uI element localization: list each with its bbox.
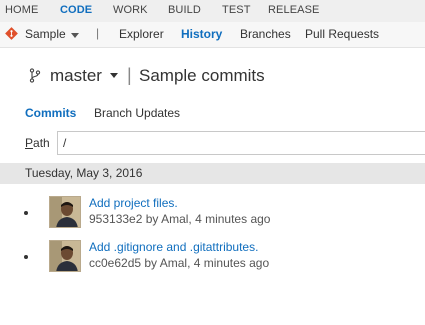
tab-test[interactable]: TEST	[222, 4, 251, 16]
commit-row[interactable]: Add .gitignore and .gitattributes. cc0e6…	[0, 238, 425, 278]
chevron-down-icon[interactable]	[110, 73, 118, 78]
path-label-accesskey: P	[25, 136, 34, 150]
nav-item-pull-requests[interactable]: Pull Requests	[305, 27, 379, 41]
repository-selector[interactable]: Sample	[25, 27, 66, 41]
commit-meta: cc0e62d5 by Amal, 4 minutes ago	[89, 256, 270, 270]
tab-release[interactable]: RELEASE	[268, 4, 319, 16]
avatar	[49, 240, 81, 272]
branch-selector[interactable]: master	[50, 66, 102, 86]
tab-work[interactable]: WORK	[113, 4, 148, 16]
commit-title-link[interactable]: Add project files.	[89, 196, 178, 210]
path-input[interactable]	[57, 131, 425, 155]
date-group-header: Tuesday, May 3, 2016	[0, 163, 425, 184]
code-sub-navigation: Sample | Explorer History Branches Pull …	[0, 22, 425, 48]
nav-item-explorer[interactable]: Explorer	[119, 27, 164, 41]
nav-item-history[interactable]: History	[181, 27, 222, 41]
pivot-branch-updates[interactable]: Branch Updates	[94, 106, 180, 120]
commit-row[interactable]: Add project files. 953133e2 by Amal, 4 m…	[0, 194, 425, 234]
tab-home[interactable]: HOME	[5, 4, 38, 16]
chevron-down-icon[interactable]	[71, 33, 79, 38]
path-label-rest: ath	[33, 136, 50, 150]
pivot-commits[interactable]: Commits	[25, 106, 76, 120]
page-title: Sample commits	[139, 66, 265, 85]
path-label: Path	[25, 136, 50, 150]
branch-icon	[29, 68, 41, 83]
top-navigation-bar: HOME CODE WORK BUILD TEST RELEASE	[0, 0, 425, 22]
tab-code[interactable]: CODE	[60, 4, 92, 16]
title-separator: |	[127, 65, 132, 85]
nav-separator: |	[96, 26, 100, 40]
nav-item-branches[interactable]: Branches	[240, 27, 291, 41]
bullet-icon	[24, 211, 28, 215]
git-diamond-icon	[5, 27, 18, 40]
date-group-label: Tuesday, May 3, 2016	[25, 166, 143, 180]
tab-build[interactable]: BUILD	[168, 4, 201, 16]
bullet-icon	[24, 255, 28, 259]
commit-meta: 953133e2 by Amal, 4 minutes ago	[89, 212, 271, 226]
avatar	[49, 196, 81, 228]
commit-title-link[interactable]: Add .gitignore and .gitattributes.	[89, 240, 258, 254]
